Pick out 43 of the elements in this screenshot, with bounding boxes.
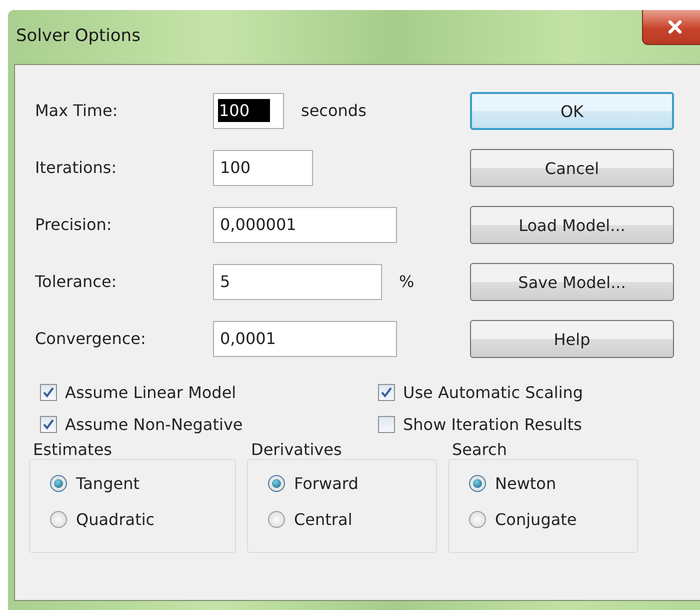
field-label: Max Time: [35,101,119,120]
radio-button[interactable] [50,511,67,528]
close-button[interactable] [642,10,700,45]
radio-button[interactable] [268,511,285,528]
radio-button[interactable] [268,475,285,492]
field-label: Precision: [35,215,113,234]
dialog-button[interactable]: Help [470,320,674,358]
input-field[interactable]: 0,0001 [213,320,397,356]
checkbox[interactable] [378,416,395,433]
input-field[interactable]: 5 [213,264,382,300]
input-field[interactable]: 100 [213,150,313,186]
radio-label: Conjugate [495,510,577,529]
radio-button[interactable] [469,475,486,492]
dialog-button[interactable]: Load Model... [470,206,674,244]
radio-button[interactable] [50,475,67,492]
unit-label: seconds [301,101,366,120]
checkbox[interactable] [378,384,395,401]
checkbox[interactable] [40,416,57,433]
radio-label: Forward [294,474,358,493]
close-icon [667,20,683,34]
checkbox[interactable] [40,384,57,401]
radio-button[interactable] [469,511,486,528]
radio-label: Quadratic [76,510,155,529]
field-label: Convergence: [35,329,147,348]
unit-label: % [399,272,414,291]
input-field[interactable]: 0,000001 [213,206,397,242]
checkbox-label: Assume Non-Negative [65,415,243,434]
radio-label: Central [294,510,352,529]
checkbox-label: Use Automatic Scaling [403,383,584,402]
group-title: Estimates [33,440,114,459]
dialog-button[interactable]: Save Model... [470,263,674,301]
input-field[interactable]: 100 [213,92,284,128]
field-label: Tolerance: [35,272,118,291]
dialog-button[interactable]: Cancel [470,149,674,187]
checkbox-label: Show Iteration Results [403,415,582,434]
dialog-button[interactable]: OK [470,92,674,130]
radio-label: Tangent [76,474,140,493]
window-title: Solver Options [16,26,140,46]
group-title: Derivatives [251,440,343,459]
group-title: Search [452,440,508,459]
radio-label: Newton [495,474,556,493]
field-label: Iterations: [35,158,118,177]
checkbox-label: Assume Linear Model [65,383,236,402]
